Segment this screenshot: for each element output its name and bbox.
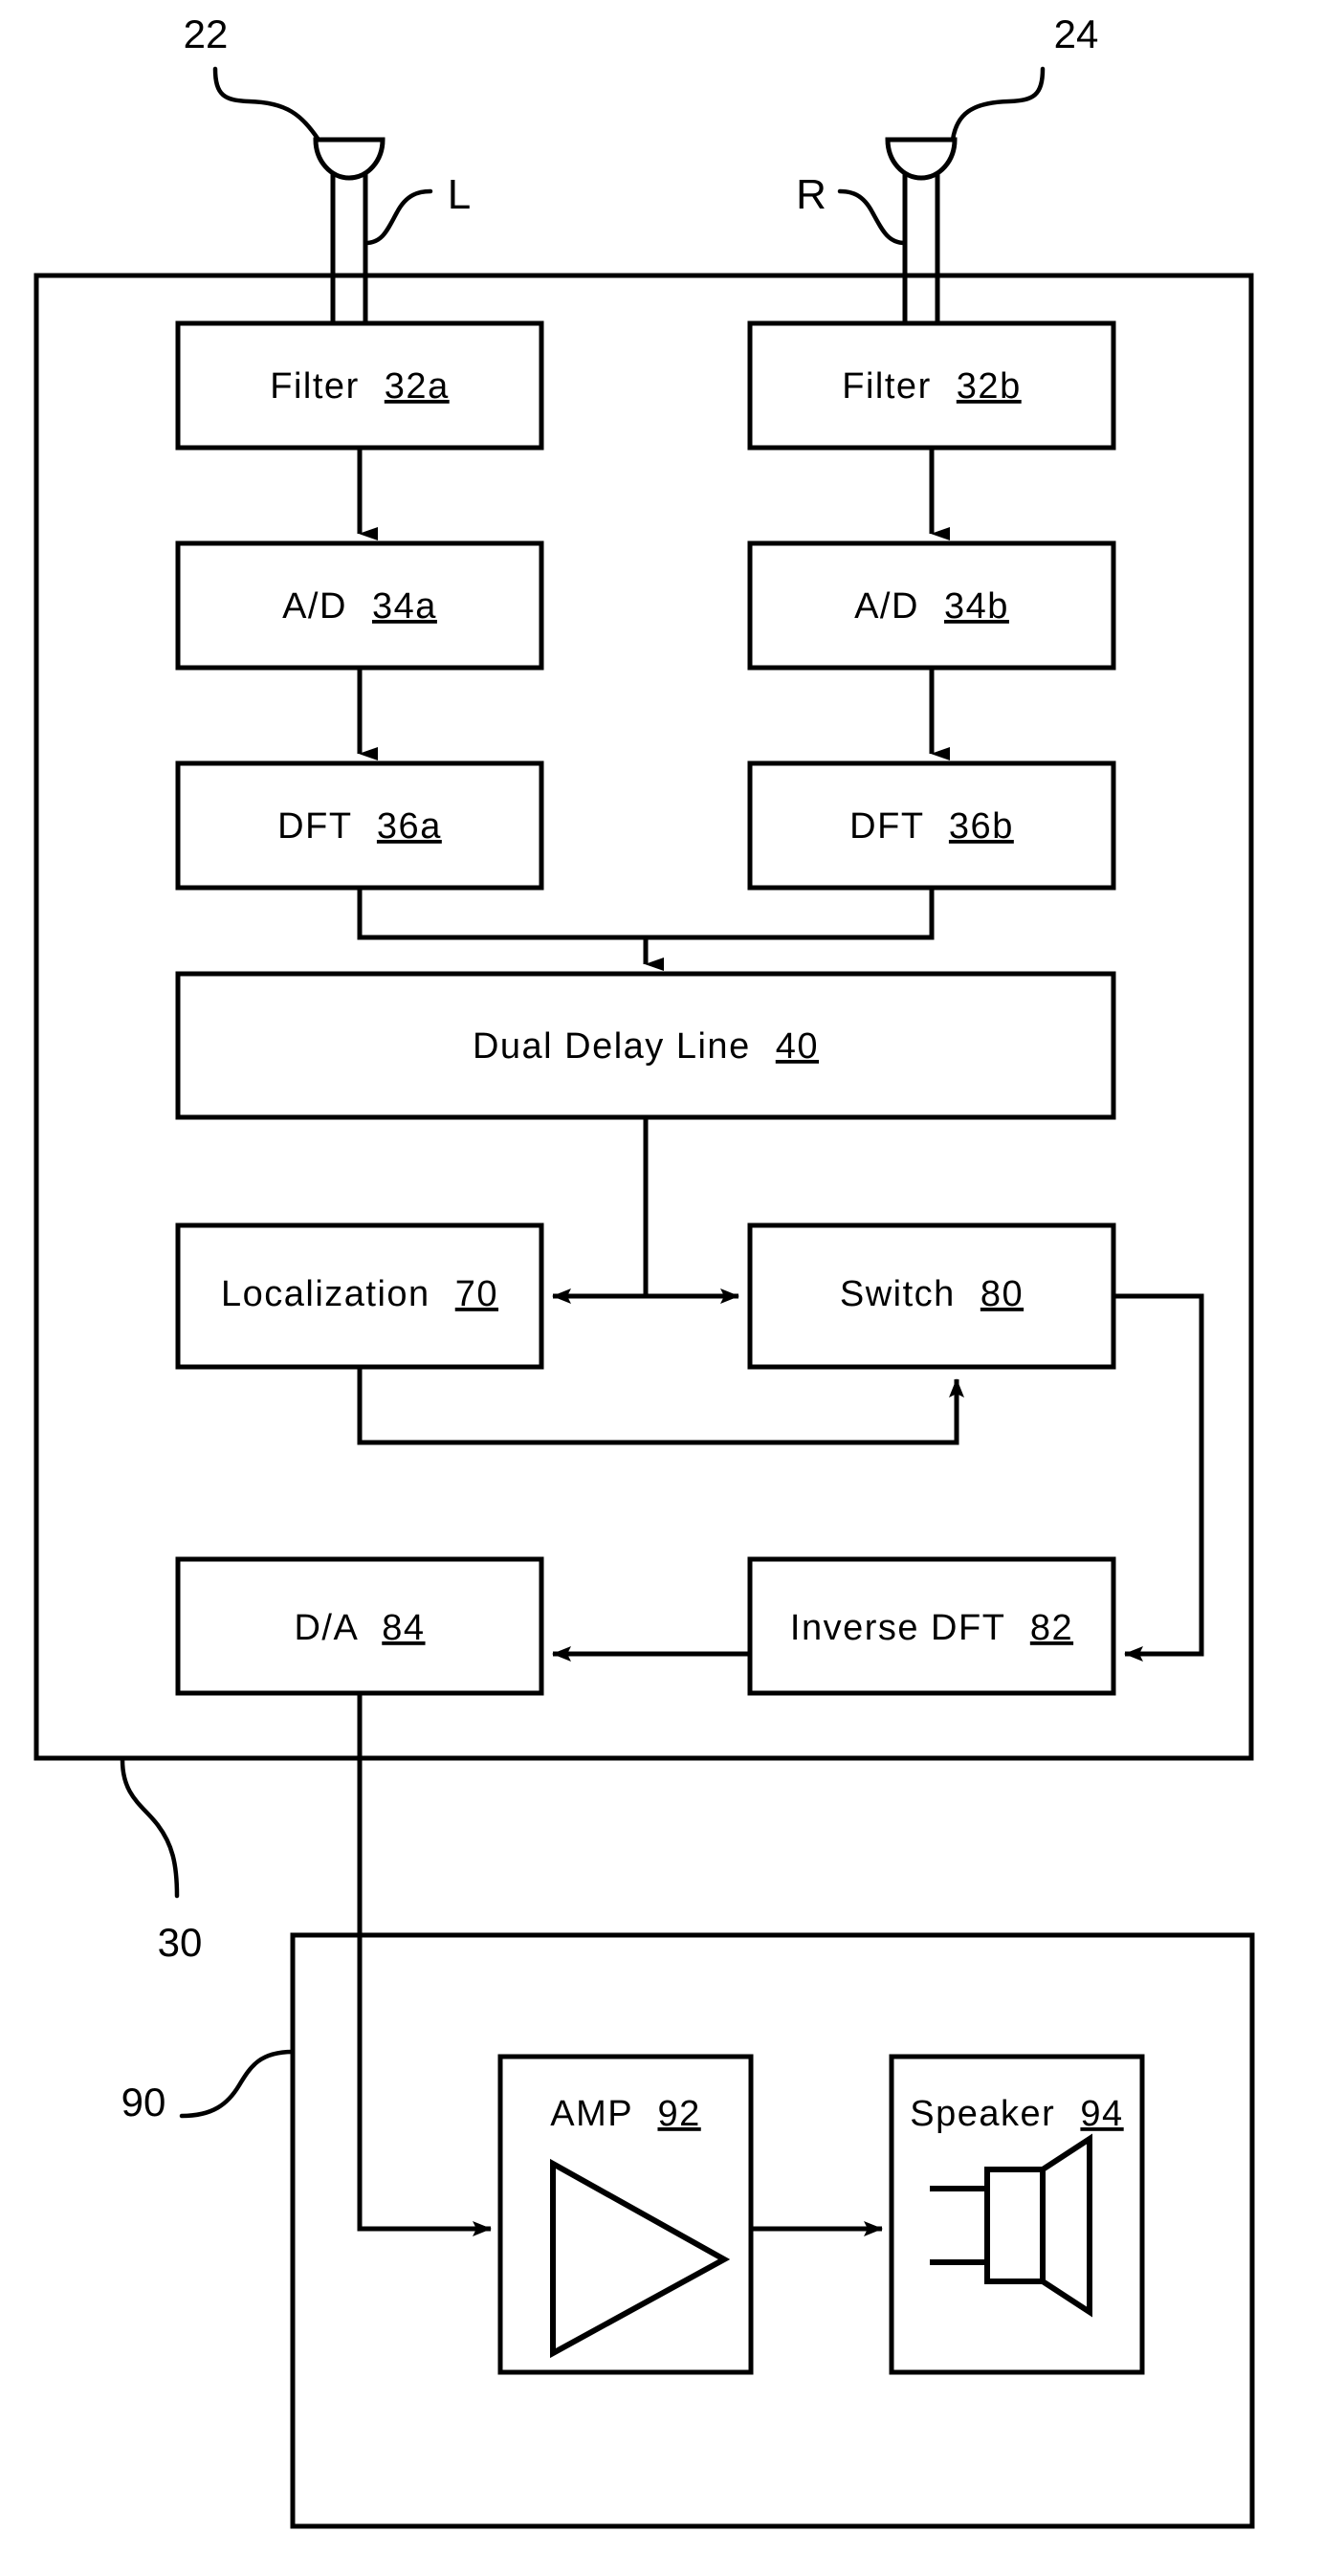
leader-line-22 <box>212 66 321 143</box>
block-diagram: 22 L 24 R 30 Filter 32a Filter 32b A/D 3… <box>33 11 1255 2529</box>
microphone-left-stem <box>330 174 368 282</box>
block-filter-32a: Filter 32a <box>175 320 544 451</box>
ref-callout-30: 30 <box>120 1757 203 1965</box>
ref-label-30: 30 <box>158 1920 203 1965</box>
filter-32a-label: Filter 32a <box>270 366 449 407</box>
switch-label: Switch 80 <box>840 1274 1024 1314</box>
microphone-right-icon <box>885 137 958 181</box>
ref-label-24: 24 <box>1054 11 1099 56</box>
microphone-left-icon <box>313 137 386 181</box>
speaker-label: Speaker 94 <box>910 2094 1123 2134</box>
block-dual-delay-line-40: Dual Delay Line 40 <box>175 971 1116 1120</box>
block-switch-80: Switch 80 <box>747 1222 1116 1370</box>
wire-da-to-amp <box>357 1693 492 2236</box>
leader-line-30 <box>120 1757 180 1899</box>
ref-label-22: 22 <box>184 11 229 56</box>
microphone-right-stem <box>902 174 940 282</box>
block-ad-34b: A/D 34b <box>747 540 1116 671</box>
figure-canvas: 22 L 24 R 30 Filter 32a Filter 32b A/D 3… <box>0 0 1344 2576</box>
ref-callout-90: 90 <box>121 2049 296 2125</box>
filter-32b-label: Filter 32b <box>842 366 1021 407</box>
ad-34a-box <box>175 540 544 671</box>
block-filter-32b: Filter 32b <box>747 320 1116 451</box>
block-speaker-94: Speaker 94 <box>889 2054 1145 2375</box>
dft-36b-label: DFT 36b <box>849 806 1014 847</box>
microphone-left-22: 22 L <box>184 11 471 282</box>
microphone-right-24: 24 R <box>796 11 1098 282</box>
block-localization-70: Localization 70 <box>175 1222 544 1370</box>
block-dft-36b: DFT 36b <box>747 760 1116 891</box>
block-dft-36a: DFT 36a <box>175 760 544 891</box>
wire-mic-left-to-filter-32a <box>330 282 368 323</box>
block-amp-92: AMP 92 <box>497 2054 754 2375</box>
wire-dft-36a-to-junction <box>357 888 646 940</box>
leader-line-24 <box>950 66 1046 143</box>
inverse-dft-label: Inverse DFT 82 <box>790 1608 1073 1648</box>
block-inverse-dft-82: Inverse DFT 82 <box>747 1556 1116 1696</box>
amp-label: AMP 92 <box>550 2094 701 2134</box>
wire-dft-36b-to-junction <box>646 888 935 940</box>
localization-label: Localization 70 <box>221 1274 498 1314</box>
leader-line-90 <box>179 2049 296 2119</box>
leader-line-R <box>837 188 908 246</box>
block-ad-34a: A/D 34a <box>175 540 544 671</box>
wire-localization-feedback-to-switch <box>357 1367 964 1445</box>
block-da-84: D/A 84 <box>175 1556 544 1696</box>
channel-label-R: R <box>796 171 826 218</box>
wire-mic-right-to-filter-32b <box>902 282 940 323</box>
wire-switch-to-inverse-dft <box>1113 1293 1204 1662</box>
ad-34b-box <box>747 540 1116 671</box>
leader-line-L <box>363 188 433 246</box>
ref-label-90: 90 <box>121 2080 166 2125</box>
dft-36a-label: DFT 36a <box>277 806 442 847</box>
da-label: D/A 84 <box>294 1608 425 1648</box>
channel-label-L: L <box>448 171 471 218</box>
